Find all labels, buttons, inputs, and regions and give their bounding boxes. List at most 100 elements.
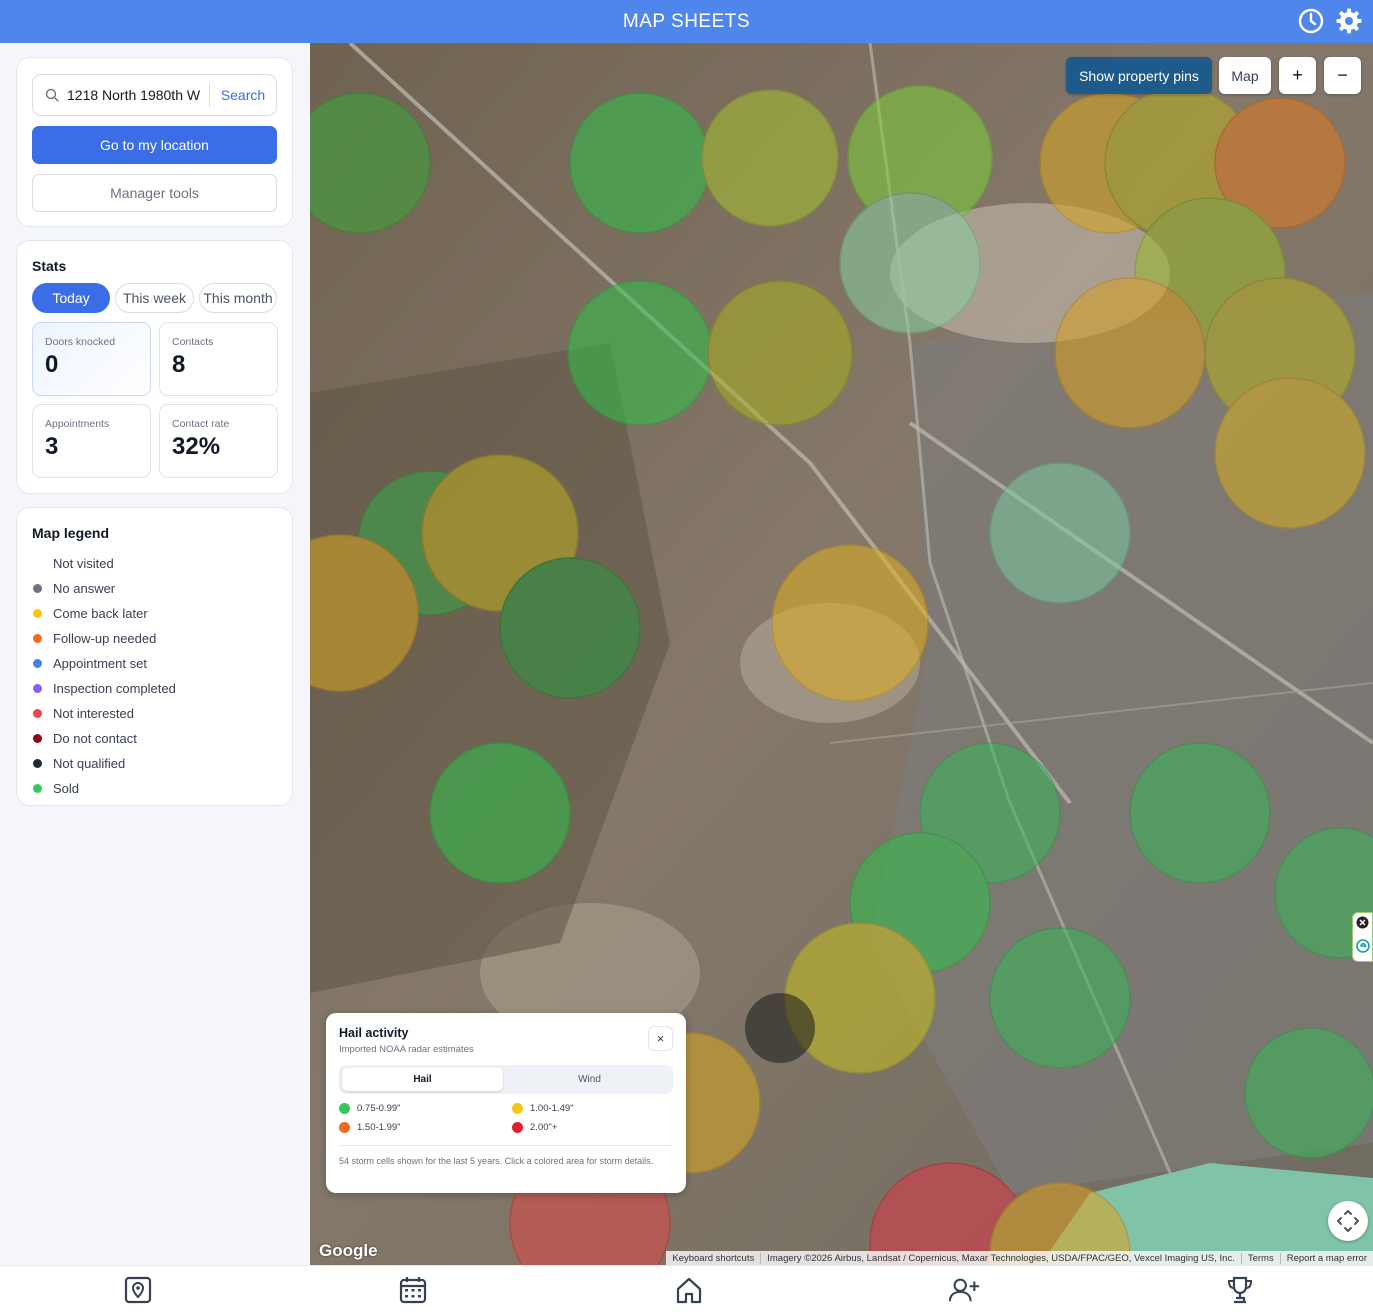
stat-appointments: Appointments 3 — [32, 404, 151, 478]
legend-item: Sold — [32, 776, 176, 801]
legend-label: Do not contact — [53, 731, 137, 746]
legend-item: Come back later — [32, 601, 176, 626]
recenter-button[interactable] — [1328, 1201, 1368, 1241]
stat-label: Contacts — [172, 336, 214, 348]
legend-dot — [33, 609, 42, 618]
legend-item: Follow-up needed — [32, 626, 176, 651]
legend-dot — [33, 659, 42, 668]
side-widget[interactable] — [1352, 912, 1373, 962]
zoom-in-button[interactable]: + — [1279, 57, 1316, 94]
legend-label: Come back later — [53, 606, 148, 621]
tab-this-month[interactable]: This month — [199, 283, 277, 313]
scale-dot — [339, 1122, 350, 1133]
extension-icon[interactable] — [1355, 939, 1370, 958]
legend-item: Not visited — [32, 551, 176, 576]
hail-subtitle: Imported NOAA radar estimates — [339, 1044, 474, 1055]
legend-item: No answer — [32, 576, 176, 601]
stat-label: Appointments — [45, 418, 110, 430]
sidebar: Search Go to my location Manager tools S… — [0, 43, 310, 1265]
legend-dot — [33, 759, 42, 768]
legend-dot — [33, 784, 42, 793]
stat-value: 0 — [45, 351, 59, 378]
go-to-my-location-button[interactable]: Go to my location — [32, 126, 277, 164]
legend-item: Not qualified — [32, 751, 176, 776]
scale-dot — [512, 1122, 523, 1133]
hail-note: 54 storm cells shown for the last 5 year… — [339, 1156, 654, 1166]
legend-item: Inspection completed — [32, 676, 176, 701]
stat-value: 3 — [45, 433, 59, 460]
imagery-credit: Imagery ©2026 Airbus, Landsat / Copernic… — [761, 1252, 1242, 1264]
legend-label: No answer — [53, 581, 116, 596]
hail-scale-item: 2.00"+ — [512, 1122, 557, 1133]
legend-dot — [33, 734, 42, 743]
google-logo: Google — [319, 1241, 378, 1260]
calendar-icon[interactable] — [397, 1274, 429, 1306]
close-circle-icon[interactable] — [1356, 916, 1369, 934]
legend-label: Inspection completed — [53, 681, 176, 696]
manager-tools-button[interactable]: Manager tools — [32, 174, 277, 212]
keyboard-shortcuts-link[interactable]: Keyboard shortcuts — [666, 1252, 762, 1264]
stats-card: Stats Today This week This month Doors k… — [16, 240, 293, 494]
search-icon — [33, 88, 67, 102]
search-input[interactable] — [67, 87, 207, 103]
legend-label: Not qualified — [53, 756, 126, 771]
legend-label: Not visited — [53, 556, 114, 571]
tab-this-week[interactable]: This week — [115, 283, 194, 313]
add-user-icon[interactable] — [948, 1274, 980, 1306]
stats-title: Stats — [32, 258, 67, 274]
legend-label: Sold — [53, 781, 80, 796]
legend-item: Not interested — [32, 701, 176, 726]
search-card: Search Go to my location Manager tools — [16, 57, 293, 227]
hail-scale-item: 1.50-1.99" — [339, 1122, 401, 1133]
report-error-link[interactable]: Report a map error — [1281, 1253, 1373, 1264]
hail-scale-item: 1.00-1.49" — [512, 1103, 574, 1114]
hail-activity-panel: Hail activity Imported NOAA radar estima… — [326, 1013, 686, 1193]
legend-label: Appointment set — [53, 656, 147, 671]
search-box[interactable]: Search — [32, 74, 277, 116]
legend-label: Follow-up needed — [53, 631, 157, 646]
stat-value: 8 — [172, 351, 186, 378]
stat-label: Doors knocked — [45, 336, 116, 348]
scale-dot — [339, 1103, 350, 1114]
legend-dot — [33, 709, 42, 718]
gear-icon[interactable] — [1335, 6, 1363, 36]
scale-label: 2.00"+ — [530, 1122, 558, 1133]
bottom-nav — [0, 1265, 1373, 1312]
legend-item: Do not contact — [32, 726, 176, 751]
tab-today[interactable]: Today — [32, 283, 110, 313]
app-header: MAP SHEETS — [0, 0, 1373, 43]
legend-dot — [33, 584, 42, 593]
search-button[interactable]: Search — [210, 87, 276, 103]
stat-label: Contact rate — [172, 418, 230, 430]
stat-value: 32% — [172, 433, 221, 460]
stat-contacts: Contacts 8 — [159, 322, 278, 396]
map-pin-icon[interactable] — [122, 1274, 154, 1306]
fullscreen-icon — [1337, 1210, 1359, 1232]
map-view[interactable]: Show property pins Map + − Google Keyboa… — [310, 43, 1373, 1265]
hail-title: Hail activity — [339, 1026, 409, 1040]
legend-title: Map legend — [32, 525, 110, 541]
map-legend-card: Map legend Not visited No answer Come ba… — [16, 507, 293, 806]
trophy-icon[interactable] — [1224, 1274, 1256, 1306]
legend-item: Appointment set — [32, 651, 176, 676]
tab-wind[interactable]: Wind — [509, 1068, 670, 1091]
scale-dot — [512, 1103, 523, 1114]
scale-label: 1.50-1.99" — [357, 1122, 401, 1133]
scale-label: 0.75-0.99" — [357, 1103, 401, 1114]
close-button[interactable]: × — [648, 1026, 673, 1051]
map-attribution: Keyboard shortcuts Imagery ©2026 Airbus,… — [666, 1251, 1373, 1265]
zoom-out-button[interactable]: − — [1324, 57, 1361, 94]
scale-label: 1.00-1.49" — [530, 1103, 574, 1114]
home-icon[interactable] — [673, 1274, 705, 1306]
map-type-button[interactable]: Map — [1219, 57, 1271, 94]
tab-hail[interactable]: Hail — [342, 1068, 503, 1091]
divider — [339, 1145, 673, 1146]
app-title: MAP SHEETS — [622, 10, 751, 32]
clock-icon[interactable] — [1297, 6, 1325, 36]
legend-dot — [33, 634, 42, 643]
legend-dot — [33, 684, 42, 693]
terms-link[interactable]: Terms — [1242, 1252, 1281, 1264]
show-property-pins-button[interactable]: Show property pins — [1066, 57, 1212, 94]
hail-wind-toggle: Hail Wind — [339, 1065, 673, 1094]
stat-doors-knocked: Doors knocked 0 — [32, 322, 151, 396]
